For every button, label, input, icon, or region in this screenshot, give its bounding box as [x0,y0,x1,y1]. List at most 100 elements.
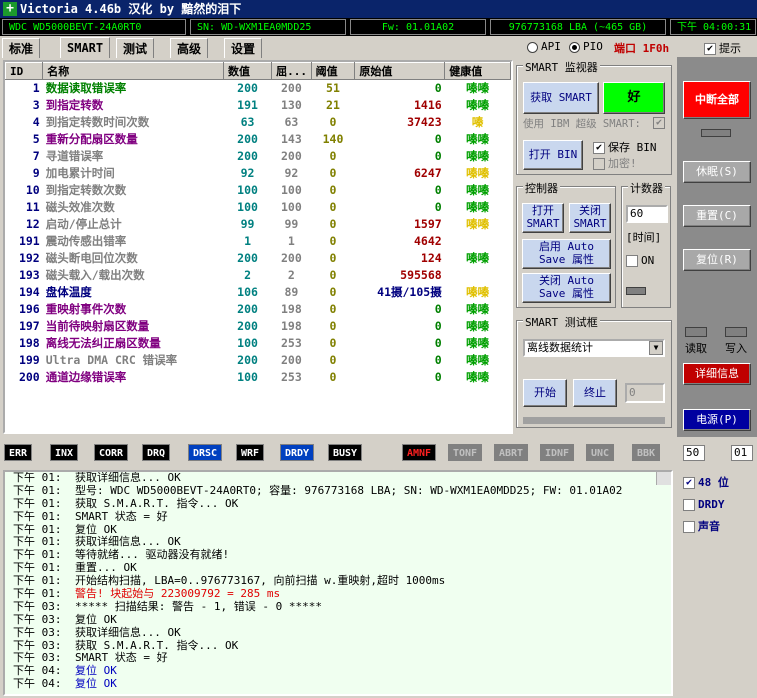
drdy-checkbox[interactable]: DRDY [683,498,725,511]
log-time: 下午 01: [13,483,62,497]
cell-raw: 0 [434,132,442,146]
open-bin-button[interactable]: 打开 BIN [523,140,583,170]
power-button[interactable]: 电源(P) [683,409,751,431]
table-row[interactable]: 12 启动/停止总计 99 99 0 1597 嗪嗪 [6,216,511,233]
start-test-button[interactable]: 开始 [523,379,567,407]
drive-model: WDC WD5000BEVT-24A0RT0 [2,19,186,35]
sound-checkbox[interactable]: 声音 [683,518,720,534]
table-row[interactable]: 199 Ultra DMA CRC 错误率 200 200 0 0 嗪嗪 [6,352,511,369]
read-label: 读取 [685,342,707,355]
counter-indicator [626,287,646,295]
get-smart-button[interactable]: 获取 SMART [523,82,599,114]
log-message: 型号: WDC WD5000BEVT-24A0RT0; 容量: 97677316… [75,483,623,497]
column-header[interactable]: 屈... [271,62,312,80]
api-radio[interactable]: API [527,40,561,53]
column-header[interactable]: 阈值 [310,62,356,80]
table-row[interactable]: 191 震动传感出错率 1 1 0 4642 [6,233,511,250]
disable-autosave-button[interactable]: 关闭 Auto Save 属性 [522,273,611,303]
table-row[interactable]: 4 到指定转数时间次数 63 63 0 37423 嗪 [6,114,511,131]
cell-h: 嗪嗪 [466,200,490,214]
cell-id: 198 [18,336,40,350]
table-row[interactable]: 197 当前待映射扇区数量 200 198 0 0 嗪嗪 [6,318,511,335]
clock: 下午 04:00:31 [670,19,756,35]
hint-label: 提示 [719,42,741,55]
close-smart-button[interactable]: 关闭 SMART [569,203,611,233]
cell-w: 92 [284,166,299,180]
cell-t: 0 [329,251,337,265]
table-row[interactable]: 10 到指定转数次数 100 100 0 0 嗪嗪 [6,182,511,199]
write-label: 写入 [725,342,747,355]
table-row[interactable]: 7 寻道错误率 200 200 0 0 嗪嗪 [6,148,511,165]
chevron-down-icon[interactable]: ▼ [649,341,663,355]
counter-input[interactable]: 60 [626,205,668,223]
save-bin-checkbox[interactable]: ✔ 保存 BIN [593,139,657,155]
stop-test-button[interactable]: 终止 [573,379,617,407]
pio-radio[interactable]: PIO [569,40,603,53]
sleep-button[interactable]: 休眠(S) [683,161,751,183]
encrypt-checkbox[interactable]: 加密! [593,155,637,171]
column-header[interactable]: 原始值 [354,62,446,80]
tab-standard[interactable]: 标准 [2,38,41,58]
table-row[interactable]: 5 重新分配扇区数量 200 143 140 0 嗪嗪 [6,131,511,148]
table-row[interactable]: 1 数据读取错误率 200 200 51 0 嗪嗪 [6,80,511,97]
cell-raw: 595568 [400,268,442,282]
log-scrollbar[interactable] [656,472,671,485]
log-line: 下午 04: 复位 OK [9,677,671,691]
enable-autosave-button[interactable]: 启用 Auto Save 属性 [522,239,611,269]
cell-name: 磁头载入/载出次数 [45,268,145,282]
table-row[interactable]: 193 磁头载入/载出次数 2 2 0 595568 [6,267,511,284]
cell-w: 198 [280,302,302,316]
table-row[interactable]: 194 盘体温度 106 89 0 41摄/105摄 嗪嗪 [6,284,511,301]
cell-t: 0 [329,234,337,248]
cell-t: 0 [329,115,337,129]
smart-attributes-table: ID 名称 数值 屈... 阈值 原始值 健康值 1 数据读取错误率 200 200 51 0 嗪嗪 3 到… [3,60,513,434]
48bit-checkbox[interactable]: ✔ 48 位 [683,474,729,490]
column-header[interactable]: ID [5,62,44,80]
cell-id: 1 [32,81,40,96]
status-flag-corr: CORR [94,444,129,461]
status-flag-inx: INX [50,444,79,461]
details-button[interactable]: 详细信息 [683,363,751,385]
status-number-2: 01 [731,445,753,461]
column-header[interactable]: 名称 [42,62,224,80]
abort-all-button[interactable]: 中断全部 [683,81,751,119]
cell-val: 191 [237,98,258,112]
column-header[interactable]: 数值 [222,62,273,80]
cell-id: 200 [18,370,40,384]
reset-button[interactable]: 重置(C) [683,205,751,227]
cell-h: 嗪嗪 [466,319,490,333]
cell-t: 21 [326,98,340,112]
cell-w: 198 [280,319,302,333]
drive-firmware: Fw: 01.01A02 [350,19,486,35]
cell-t: 0 [329,336,337,350]
cell-name: 离线无法纠正扇区数量 [45,336,161,350]
table-row[interactable]: 3 到指定转数 191 130 21 1416 嗪嗪 [6,97,511,114]
check-icon [683,499,695,511]
cell-raw: 0 [434,81,442,96]
encrypt-label: 加密! [608,157,637,170]
tab-advanced[interactable]: 高级 [170,38,209,58]
log-message: 获取详细信息... OK [75,535,181,549]
tab-smart[interactable]: SMART [60,37,111,58]
hint-checkbox[interactable]: ✔ 提示 [704,40,741,56]
restore-button[interactable]: 复位(R) [683,249,751,271]
cell-raw: 41摄/105摄 [377,285,442,299]
cell-w: 200 [280,353,302,367]
table-row[interactable]: 192 磁头断电回位次数 200 200 0 124 嗪嗪 [6,250,511,267]
cell-raw: 0 [434,302,442,316]
table-row[interactable]: 198 离线无法纠正扇区数量 100 253 0 0 嗪嗪 [6,335,511,352]
counter-on-checkbox[interactable]: ON [626,254,654,267]
table-row[interactable]: 9 加电累计时间 92 92 0 6247 嗪嗪 [6,165,511,182]
table-row[interactable]: 11 磁头效准次数 100 100 0 0 嗪嗪 [6,199,511,216]
cell-id: 194 [18,285,40,299]
test-type-select[interactable]: 离线数据统计 ▼ [523,339,665,357]
open-smart-button[interactable]: 打开 SMART [522,203,564,233]
table-row[interactable]: 196 重映射事件次数 200 198 0 0 嗪嗪 [6,301,511,318]
table-row[interactable]: 200 通道边缘错误率 100 253 0 0 嗪嗪 [6,369,511,386]
column-header[interactable]: 健康值 [444,62,511,80]
tab-test[interactable]: 测试 [116,38,155,58]
tab-settings[interactable]: 设置 [224,38,263,58]
cell-raw: 4642 [414,234,442,248]
ibm-smart-checkbox[interactable]: ✔ [653,117,665,129]
cell-name: 通道边缘错误率 [45,370,127,384]
